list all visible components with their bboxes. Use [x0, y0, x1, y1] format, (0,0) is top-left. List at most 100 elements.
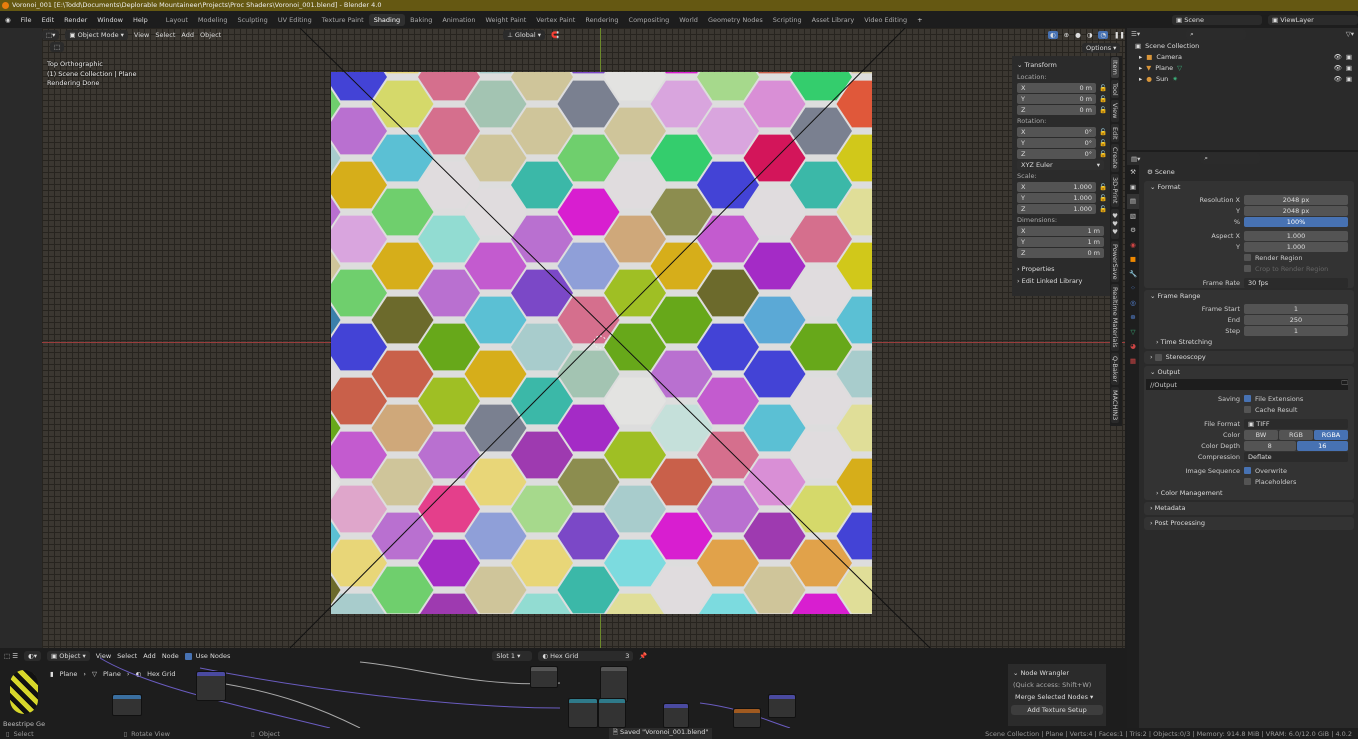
transform-orientation-dropdown[interactable]: ⊥ Global ▾: [503, 30, 545, 40]
properties-search[interactable]: ⌕: [1200, 153, 1260, 164]
node[interactable]: [733, 708, 761, 728]
particles-tab-icon[interactable]: ⁘: [1127, 281, 1139, 296]
node[interactable]: [663, 703, 689, 728]
location-y-field[interactable]: Y0 m: [1017, 94, 1096, 104]
color-rgba-option[interactable]: RGBA: [1314, 430, 1348, 440]
texture-tab-icon[interactable]: ▦: [1127, 354, 1139, 369]
transform-header[interactable]: ⌄ Transform: [1015, 59, 1107, 71]
add-workspace-button[interactable]: +: [912, 16, 927, 24]
node[interactable]: [768, 694, 796, 718]
output-header[interactable]: ⌄ Output: [1144, 366, 1354, 379]
modifier-tab-icon[interactable]: 🔧: [1127, 267, 1139, 282]
menu-add[interactable]: Add: [181, 31, 194, 39]
overwrite-checkbox[interactable]: Overwrite: [1244, 467, 1287, 475]
material-tab-icon[interactable]: ◕: [1127, 339, 1139, 354]
workspace-tab-vertex-paint[interactable]: Vertex Paint: [531, 14, 580, 26]
node[interactable]: [568, 698, 598, 728]
node[interactable]: [600, 666, 628, 702]
shading-material-icon[interactable]: ◑: [1087, 31, 1093, 39]
metadata-panel[interactable]: › Metadata: [1144, 502, 1354, 515]
sidebar-tab-2[interactable]: View: [1111, 100, 1119, 121]
snap-icon[interactable]: 🧲: [551, 31, 559, 39]
lock-icon[interactable]: 🔓: [1099, 84, 1107, 92]
lock-icon[interactable]: 🔓: [1099, 183, 1107, 191]
depth-8-option[interactable]: 8: [1244, 441, 1296, 451]
compression-dropdown[interactable]: Deflate: [1244, 452, 1348, 462]
pause-render-icon[interactable]: ❚❚: [1114, 31, 1125, 39]
node[interactable]: [196, 671, 226, 701]
menu-window[interactable]: Window: [92, 16, 128, 24]
physics-tab-icon[interactable]: ◎: [1127, 296, 1139, 311]
shading-wireframe-icon[interactable]: ⊕: [1064, 31, 1069, 39]
scene-collection-row[interactable]: ▣ Scene Collection: [1127, 40, 1358, 51]
resolution-y-field[interactable]: 2048 px: [1244, 206, 1348, 216]
sidebar-tab-5[interactable]: 3D-Print: [1111, 174, 1119, 206]
node[interactable]: [598, 698, 626, 728]
cache-result-checkbox[interactable]: Cache Result: [1244, 406, 1297, 414]
workspace-tab-compositing[interactable]: Compositing: [624, 14, 675, 26]
workspace-tab-modeling[interactable]: Modeling: [193, 14, 233, 26]
color-bw-option[interactable]: BW: [1244, 430, 1278, 440]
shading-solid-icon[interactable]: ●: [1075, 31, 1081, 39]
output-tab-icon[interactable]: ▤: [1127, 194, 1139, 209]
dimensions-y-field[interactable]: Y1 m: [1017, 237, 1104, 247]
file-format-dropdown[interactable]: ▣ TIFF: [1244, 419, 1348, 429]
sidebar-tab-4[interactable]: Create: [1111, 144, 1119, 172]
visibility-eye-icon[interactable]: 👁: [1334, 75, 1342, 83]
menu-help[interactable]: Help: [128, 16, 153, 24]
location-z-field[interactable]: Z0 m: [1017, 105, 1096, 115]
editor-type-icon[interactable]: ▤▾: [1131, 155, 1140, 163]
workspace-tab-layout[interactable]: Layout: [161, 14, 193, 26]
aspect-y-field[interactable]: 1.000: [1244, 242, 1348, 252]
lock-icon[interactable]: 🔓: [1099, 150, 1107, 158]
tool-tab-icon[interactable]: ⚒: [1127, 165, 1139, 180]
rotation-mode-dropdown[interactable]: XYZ Euler▾: [1017, 160, 1104, 170]
workspace-tab-geometry-nodes[interactable]: Geometry Nodes: [703, 14, 768, 26]
visibility-eye-icon[interactable]: 👁: [1334, 53, 1342, 61]
menu-view[interactable]: View: [134, 31, 149, 39]
render-camera-icon[interactable]: ▣: [1346, 53, 1352, 61]
workspace-tab-animation[interactable]: Animation: [437, 14, 480, 26]
scale-y-field[interactable]: Y1.000: [1017, 193, 1096, 203]
data-tab-icon[interactable]: ▽: [1127, 325, 1139, 340]
time-stretching-subpanel[interactable]: › Time Stretching: [1144, 336, 1354, 349]
placeholders-checkbox[interactable]: Placeholders: [1244, 478, 1296, 486]
sidebar-tab-7[interactable]: PowerSave: [1111, 241, 1119, 283]
color-management-subpanel[interactable]: › Color Management: [1144, 487, 1354, 500]
scale-z-field[interactable]: Z1.000: [1017, 204, 1096, 214]
rotation-z-field[interactable]: Z0°: [1017, 149, 1096, 159]
constraints-tab-icon[interactable]: ⊛: [1127, 310, 1139, 325]
scene-tab-icon[interactable]: ⚙: [1127, 223, 1139, 238]
shader-node-editor[interactable]: ⬚ ☰ ◐▾ ▣ Object ▾ View Select Add Node U…: [0, 648, 1125, 728]
crop-checkbox[interactable]: Crop to Render Region: [1144, 263, 1354, 274]
sidebar-tab-6[interactable]: ♥♥♥: [1111, 209, 1119, 239]
frame-rate-dropdown[interactable]: 30 fps: [1244, 278, 1348, 288]
lock-icon[interactable]: 🔓: [1099, 205, 1107, 213]
display-mode-icon[interactable]: ☰▾: [1131, 30, 1140, 38]
merge-selected-dropdown[interactable]: Merge Selected Nodes ▾: [1011, 692, 1103, 702]
post-processing-panel[interactable]: › Post Processing: [1144, 517, 1354, 530]
menu-file[interactable]: File: [16, 16, 37, 24]
folder-icon[interactable]: 🗀: [1342, 379, 1349, 390]
outliner-item-sun[interactable]: ▸ ●Sun✷👁▣: [1127, 73, 1358, 84]
options-dropdown[interactable]: Options ▾: [1082, 43, 1120, 53]
add-texture-setup-button[interactable]: Add Texture Setup: [1011, 705, 1103, 715]
render-camera-icon[interactable]: ▣: [1346, 64, 1352, 72]
node[interactable]: [112, 694, 142, 716]
frame-step-field[interactable]: 1: [1244, 326, 1348, 336]
sidebar-tab-0[interactable]: Item: [1111, 57, 1119, 78]
rotation-y-field[interactable]: Y0°: [1017, 138, 1096, 148]
frame-end-field[interactable]: 250: [1244, 315, 1348, 325]
filter-icon[interactable]: ▽▾: [1346, 30, 1354, 38]
visibility-eye-icon[interactable]: 👁: [1334, 64, 1342, 72]
menu-select[interactable]: Select: [155, 31, 175, 39]
depth-16-option[interactable]: 16: [1297, 441, 1349, 451]
sidebar-tab-8[interactable]: Realtime Materials: [1111, 284, 1119, 351]
rotation-x-field[interactable]: X0°: [1017, 127, 1096, 137]
frame-start-field[interactable]: 1: [1244, 304, 1348, 314]
resolution-percent-slider[interactable]: 100%: [1244, 217, 1348, 227]
workspace-tab-shading[interactable]: Shading: [369, 14, 405, 26]
outliner-item-plane[interactable]: ▸ ▼Plane▽👁▣: [1127, 62, 1358, 73]
workspace-tab-uv-editing[interactable]: UV Editing: [273, 14, 317, 26]
sidebar-tab-9[interactable]: Q-Baker: [1111, 353, 1119, 385]
